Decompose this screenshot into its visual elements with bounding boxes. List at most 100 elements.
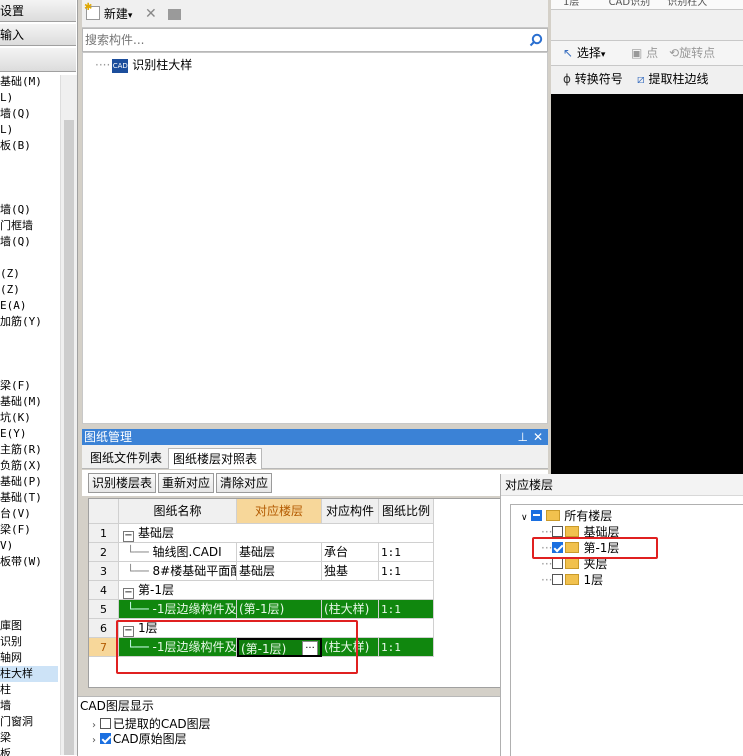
floor-selector[interactable]: 1层 — [563, 0, 579, 8]
component-cell[interactable]: (柱大样) — [322, 600, 379, 619]
scale-cell[interactable]: 1:1 — [379, 638, 434, 657]
extract-column-edge-button[interactable]: ⧄ 提取柱边线 — [637, 70, 708, 88]
group-row[interactable]: − 基础层 — [119, 524, 434, 543]
drawing-name-cell[interactable]: └── 轴线图.CADI — [119, 543, 237, 562]
left-nav-item[interactable]: 板 — [0, 746, 11, 756]
left-scrollbar[interactable] — [60, 75, 77, 755]
floor-checkbox[interactable] — [552, 558, 564, 569]
chevron-down-icon[interactable]: ∨ — [521, 513, 528, 523]
col-header-floor[interactable]: 对应楼层 — [237, 499, 322, 524]
left-nav-item[interactable]: 墙(Q) — [0, 202, 31, 218]
left-nav-item[interactable]: 板(B) — [0, 138, 31, 154]
checkbox-extracted[interactable] — [99, 718, 111, 729]
left-nav-item[interactable]: 轴网 — [0, 650, 22, 666]
scale-cell[interactable]: 1:1 — [379, 562, 434, 581]
left-nav-item[interactable]: 台(V) — [0, 506, 31, 522]
identify-floor-table-button[interactable]: 识别楼层表 — [88, 473, 157, 493]
drawing-name-cell[interactable]: └── -1层边缘构件及 — [119, 600, 237, 619]
chevron-right-icon[interactable]: › — [92, 720, 96, 731]
left-nav-item[interactable]: V) — [0, 538, 13, 554]
floor-cell[interactable]: 基础层 — [237, 562, 322, 581]
cad-canvas[interactable] — [551, 94, 743, 474]
identify-column-tab[interactable]: 识别柱大 — [667, 0, 707, 8]
col-header-component[interactable]: 对应构件 — [322, 499, 379, 524]
drawing-name-cell[interactable]: └── 8#楼基础平面配 — [119, 562, 237, 581]
left-nav-item[interactable]: 门框墙 — [0, 218, 33, 234]
left-scrollbar-thumb[interactable] — [64, 120, 74, 755]
left-nav-item[interactable]: 柱大样 — [0, 666, 58, 682]
floor-cell[interactable]: 基础层 — [237, 543, 322, 562]
left-nav-item[interactable]: 梁(F) — [0, 522, 31, 538]
tab-floor-mapping[interactable]: 图纸楼层对照表 — [168, 448, 263, 469]
search-box — [82, 28, 548, 52]
cad-layer-extracted[interactable]: › 已提取的CAD图层 — [92, 717, 211, 733]
left-nav-item[interactable]: 柱 — [0, 682, 11, 698]
close-icon[interactable]: ✕ — [533, 429, 543, 445]
chevron-right-icon[interactable]: › — [92, 735, 96, 746]
tab-file-list[interactable]: 图纸文件列表 — [86, 448, 166, 469]
left-nav-item[interactable]: 庫图 — [0, 618, 22, 634]
left-header-settings[interactable]: 设置 — [0, 0, 76, 22]
left-nav-item[interactable]: 主筋(R) — [0, 442, 42, 458]
component-cell[interactable]: 独基 — [322, 562, 379, 581]
left-nav-item[interactable]: 基础(T) — [0, 490, 42, 506]
left-nav-item[interactable]: 负筋(X) — [0, 458, 42, 474]
remap-button[interactable]: 重新对应 — [158, 473, 215, 493]
checkbox-partial[interactable] — [531, 510, 543, 521]
rotate-icon: ⟲ — [669, 46, 680, 60]
left-nav-item[interactable]: 墙(Q) — [0, 106, 31, 122]
left-nav-item[interactable]: 加筋(Y) — [0, 314, 42, 330]
left-nav-item[interactable]: 板带(W) — [0, 554, 42, 570]
new-button[interactable]: ✱ 新建▾ — [84, 3, 132, 23]
select-button[interactable]: ↖ 选择▾ — [563, 44, 605, 64]
left-nav-item[interactable]: L) — [0, 122, 13, 138]
left-nav-item[interactable]: 门窗洞 — [0, 714, 33, 730]
floor-checkbox[interactable] — [552, 574, 564, 585]
tree-node-column-detail[interactable]: ···· CAD 识别柱大样 — [95, 57, 192, 73]
left-nav-item[interactable]: 识别 — [0, 634, 22, 650]
left-nav-item[interactable]: 基础(M) — [0, 394, 42, 410]
left-nav-item[interactable]: E(Y) — [0, 426, 27, 442]
col-header-name[interactable]: 图纸名称 — [119, 499, 237, 524]
scale-cell[interactable]: 1:1 — [379, 600, 434, 619]
floor-checkbox[interactable] — [552, 526, 564, 537]
component-cell[interactable]: 承台 — [322, 543, 379, 562]
grid-corner — [89, 499, 119, 524]
delete-icon[interactable]: ✕ — [145, 5, 157, 23]
left-nav-item[interactable]: 梁(F) — [0, 378, 31, 394]
left-nav-item[interactable]: E(A) — [0, 298, 27, 314]
col-header-scale[interactable]: 图纸比例 — [379, 499, 434, 524]
collapse-icon[interactable]: − — [123, 531, 134, 542]
left-nav-item[interactable]: (Z) — [0, 282, 20, 298]
cad-layer-extracted-label: 已提取的CAD图层 — [112, 717, 211, 731]
floor-tree-item[interactable]: ··· 1层 — [541, 572, 603, 588]
left-nav-item[interactable]: 墙 — [0, 698, 11, 714]
extract-label: 提取柱边线 — [648, 72, 709, 86]
scale-cell[interactable]: 1:1 — [379, 543, 434, 562]
left-nav-item[interactable]: 梁 — [0, 730, 11, 746]
point-button[interactable]: ▣ 点 — [631, 44, 658, 62]
left-header-input[interactable]: 输入 — [0, 24, 76, 46]
row-number: 7 — [89, 638, 119, 657]
clear-mapping-button[interactable]: 清除对应 — [216, 473, 273, 493]
left-nav-item[interactable]: L) — [0, 90, 13, 106]
checkbox-original[interactable] — [99, 733, 111, 744]
convert-symbol-button[interactable]: ϕ 转换符号 — [563, 70, 623, 88]
left-nav-item[interactable]: 基础(P) — [0, 474, 42, 490]
left-nav-item[interactable]: 坑(K) — [0, 410, 31, 426]
search-input[interactable] — [85, 31, 517, 49]
collapse-icon[interactable]: − — [123, 588, 134, 599]
floor-cell[interactable]: (第-1层) — [237, 600, 322, 619]
copy-icon[interactable] — [168, 5, 181, 23]
tree-line: ··· — [541, 557, 553, 571]
pin-icon[interactable]: ⊥ — [518, 429, 528, 445]
cad-layer-original[interactable]: › CAD原始图层 — [92, 732, 187, 748]
rotate-point-button[interactable]: ⟲旋转点 — [669, 44, 715, 62]
cad-identify-tab[interactable]: CAD识别 — [609, 0, 651, 8]
left-nav-item[interactable]: 基础(M) — [0, 74, 42, 90]
search-icon[interactable] — [529, 33, 543, 47]
group-row[interactable]: − 第-1层 — [119, 581, 434, 600]
select-label: 选择 — [576, 46, 601, 60]
left-nav-item[interactable]: 墙(Q) — [0, 234, 31, 250]
left-nav-item[interactable]: (Z) — [0, 266, 20, 282]
